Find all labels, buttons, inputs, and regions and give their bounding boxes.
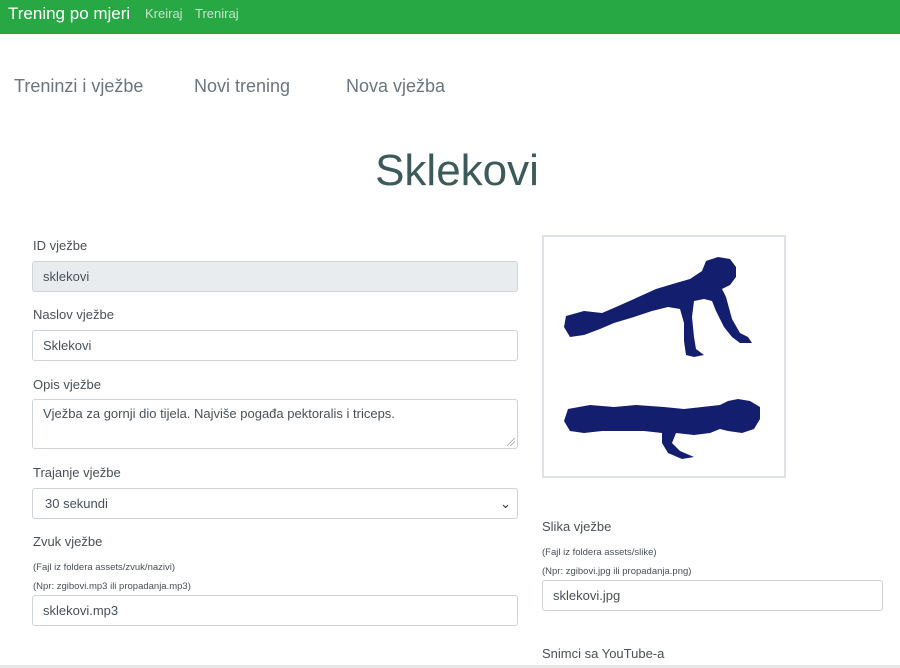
youtube-label: Snimci sa YouTube-a (542, 646, 665, 661)
image-label: Slika vježbe (542, 519, 612, 534)
duration-selected: 30 sekundi (45, 496, 108, 511)
description-text: Vježba za gornji dio tijela. Najviše pog… (43, 406, 395, 421)
tab-novi-trening[interactable]: Novi trening (194, 76, 290, 97)
sound-hint-example: (Npr: zgibovi.mp3 ili propadanja.mp3) (33, 581, 191, 592)
image-hint-example: (Npr: zgibovi.jpg ili propadanja.png) (542, 566, 692, 577)
page-title: Sklekovi (375, 146, 539, 195)
duration-select[interactable]: 30 sekundi ⌄ (32, 488, 518, 519)
top-navbar: Trening po mjeri Kreiraj Treniraj (0, 0, 900, 34)
resize-grip-icon[interactable] (507, 438, 515, 446)
title-field[interactable]: Sklekovi (32, 330, 518, 361)
description-label: Opis vježbe (33, 377, 101, 392)
sound-label: Zvuk vježbe (33, 534, 103, 549)
exercise-image (542, 235, 786, 478)
description-field[interactable]: Vježba za gornji dio tijela. Najviše pog… (32, 399, 518, 449)
tab-treninzi-i-vjezbe[interactable]: Treninzi i vježbe (14, 76, 143, 97)
id-field: sklekovi (32, 261, 518, 292)
nav-link-kreiraj[interactable]: Kreiraj (145, 6, 183, 21)
duration-label: Trajanje vježbe (33, 465, 121, 480)
pushup-illustration (564, 257, 760, 459)
title-label: Naslov vježbe (33, 307, 114, 322)
sound-hint-folder: (Fajl iz foldera assets/zvuk/nazivi) (33, 562, 176, 573)
chevron-down-icon: ⌄ (500, 496, 511, 511)
nav-link-treniraj[interactable]: Treniraj (195, 6, 239, 21)
sound-field[interactable]: sklekovi.mp3 (32, 595, 518, 626)
id-label: ID vježbe (33, 238, 88, 253)
image-field[interactable]: sklekovi.jpg (542, 580, 883, 611)
navbar-brand[interactable]: Trening po mjeri (8, 4, 130, 24)
image-hint-folder: (Fajl iz foldera assets/slike) (542, 547, 657, 558)
tab-nova-vjezba[interactable]: Nova vježba (346, 76, 445, 97)
